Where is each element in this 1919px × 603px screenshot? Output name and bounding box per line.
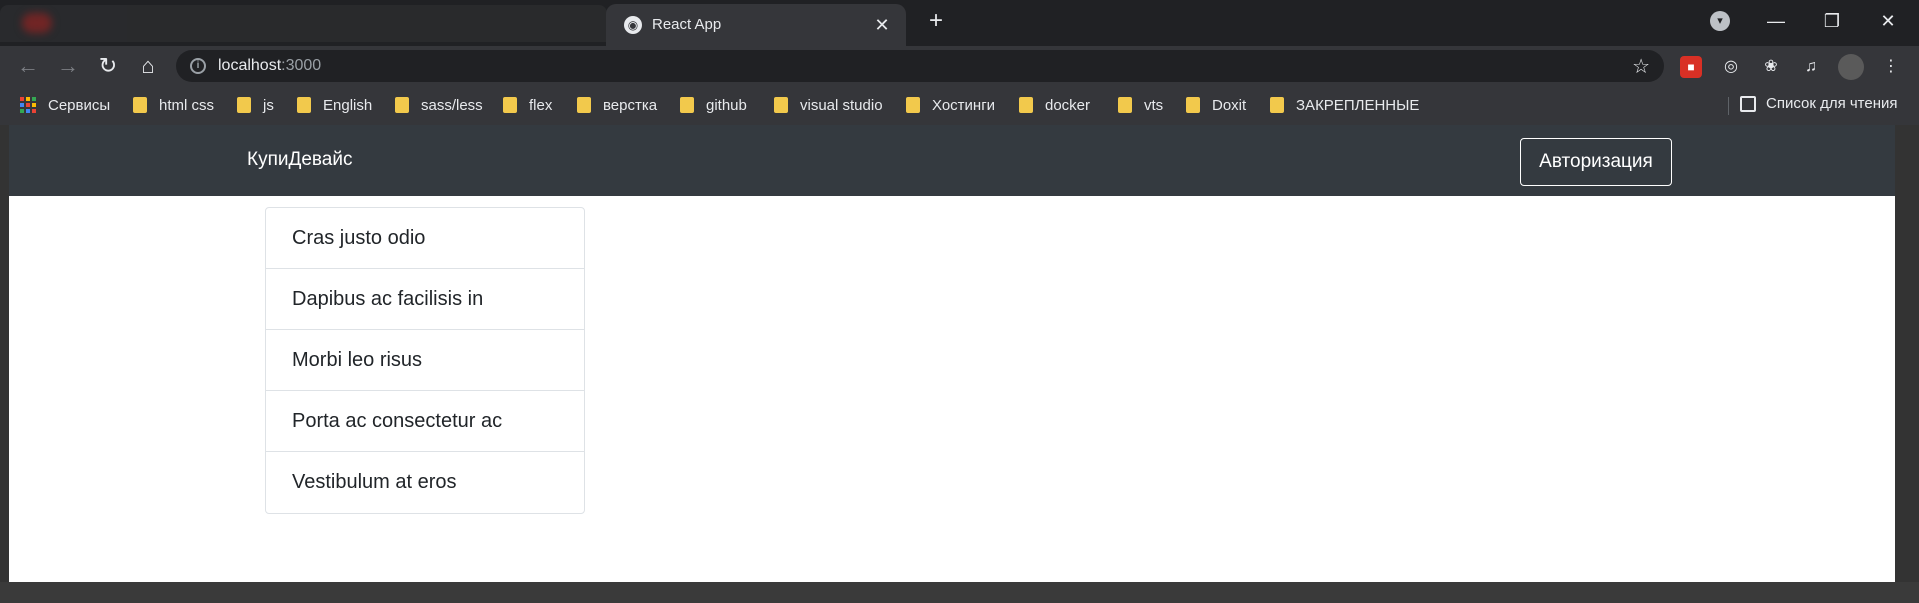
bookmark-folder[interactable]: js <box>237 95 274 115</box>
folder-icon <box>133 97 147 113</box>
info-icon[interactable]: i <box>190 58 206 74</box>
list-item[interactable]: Cras justo odio <box>266 208 584 269</box>
bookmark-folder[interactable]: docker <box>1019 95 1090 115</box>
bookmark-folder[interactable]: sass/less <box>395 95 483 115</box>
media-control-icon[interactable]: ♫ <box>1800 56 1822 78</box>
folder-icon <box>297 97 311 113</box>
list-item[interactable]: Porta ac consectetur ac <box>266 391 584 452</box>
reading-list-button[interactable]: Список для чтения <box>1740 95 1898 112</box>
back-arrow-icon[interactable]: ← <box>12 50 44 82</box>
puzzle-icon[interactable]: ❀ <box>1760 56 1782 78</box>
bookmark-folder[interactable]: Хостинги <box>906 95 995 115</box>
bookmark-label: html css <box>159 96 215 114</box>
bookmark-label: верстка <box>603 96 658 114</box>
bookmark-label: Сервисы <box>48 96 111 114</box>
plus-icon[interactable]: + <box>921 6 951 36</box>
app-navbar: КупиДевайс Авторизация <box>9 125 1895 196</box>
list-item[interactable]: Dapibus ac facilisis in <box>266 269 584 330</box>
globe-icon: ◉ <box>624 16 642 34</box>
bookmark-label: docker <box>1045 96 1091 114</box>
bookmark-folder[interactable]: Doxit <box>1186 95 1246 115</box>
folder-icon <box>1118 97 1132 113</box>
reading-list-icon <box>1740 95 1756 112</box>
auth-button[interactable]: Авторизация <box>1520 138 1672 186</box>
taskbar-edge <box>0 582 1919 603</box>
bookmark-folder[interactable]: html css <box>133 95 214 115</box>
folder-icon <box>503 97 517 113</box>
minimize-icon[interactable]: — <box>1756 6 1796 36</box>
close-icon[interactable]: ✕ <box>870 13 894 37</box>
forward-arrow-icon[interactable]: → <box>52 50 84 82</box>
folder-icon <box>1186 97 1200 113</box>
bookmarks-bar: Сервисы html css js English sass/less fl… <box>0 85 1919 125</box>
tab-title: React App <box>652 16 722 33</box>
folder-icon <box>906 97 920 113</box>
folder-icon <box>1270 97 1284 113</box>
list-item[interactable]: Vestibulum at eros <box>266 452 584 513</box>
folder-icon <box>680 97 694 113</box>
close-window-icon[interactable]: ✕ <box>1868 6 1908 36</box>
bookmark-label: github <box>706 96 747 114</box>
folder-icon <box>577 97 591 113</box>
url-text[interactable]: localhost:3000 <box>218 57 321 75</box>
tab-react-app[interactable]: ◉ React App ✕ <box>606 4 906 46</box>
window-edge <box>1895 125 1919 582</box>
apps-grid-icon <box>20 97 36 113</box>
list-item[interactable]: Morbi leo risus <box>266 330 584 391</box>
bookmark-apps[interactable]: Сервисы <box>20 95 110 115</box>
folder-icon <box>1019 97 1033 113</box>
address-bar[interactable]: i localhost:3000 ☆ <box>176 50 1664 82</box>
browser-toolbar: ← → ↻ ⌂ i localhost:3000 ☆ ■ ◎ ❀ ♫ ⋮ <box>0 46 1919 85</box>
extension-target-icon[interactable]: ◎ <box>1720 56 1742 78</box>
bookmark-label: visual studio <box>800 96 883 114</box>
bookmark-folder[interactable]: vts <box>1118 95 1163 115</box>
bookmark-label: sass/less <box>421 96 483 114</box>
bookmark-folder[interactable]: flex <box>503 95 552 115</box>
star-icon[interactable]: ☆ <box>1632 54 1650 79</box>
bookmark-folder[interactable]: верстка <box>577 95 657 115</box>
reload-icon[interactable]: ↻ <box>92 50 124 82</box>
folder-icon <box>774 97 788 113</box>
folder-icon <box>237 97 251 113</box>
bookmark-label: ЗАКРЕПЛЕННЫЕ <box>1296 96 1420 114</box>
home-icon[interactable]: ⌂ <box>132 50 164 82</box>
bookmark-folder[interactable]: English <box>297 95 372 115</box>
more-menu-icon[interactable]: ⋮ <box>1880 56 1902 78</box>
avatar[interactable] <box>1838 54 1864 80</box>
restore-icon[interactable]: ❐ <box>1812 6 1852 36</box>
bookmark-label: vts <box>1144 96 1164 114</box>
type-list: Cras justo odio Dapibus ac facilisis in … <box>265 207 585 514</box>
page-viewport: КупиДевайс Авторизация Cras justo odio D… <box>9 125 1895 582</box>
tab-search-icon[interactable]: ▾ <box>1710 11 1730 31</box>
bookmark-folder[interactable]: ЗАКРЕПЛЕННЫЕ <box>1270 95 1419 115</box>
extension-red-icon[interactable]: ■ <box>1680 56 1702 78</box>
brand-link[interactable]: КупиДевайс <box>247 149 352 171</box>
browser-titlebar: ◉ React App ✕ + ▾ — ❐ ✕ <box>0 0 1919 46</box>
blurred-tabs[interactable] <box>0 5 607 42</box>
bookmark-folder[interactable]: visual studio <box>774 95 883 115</box>
bookmark-folder[interactable]: github <box>680 95 747 115</box>
bookmark-label: flex <box>529 96 553 114</box>
bookmark-label: Хостинги <box>932 96 996 114</box>
bookmark-label: English <box>323 96 373 114</box>
bookmark-label: Doxit <box>1212 96 1247 114</box>
folder-icon <box>395 97 409 113</box>
reading-list-label: Список для чтения <box>1766 95 1898 112</box>
bookmarks-divider <box>1728 97 1729 115</box>
bookmark-label: js <box>263 96 274 114</box>
